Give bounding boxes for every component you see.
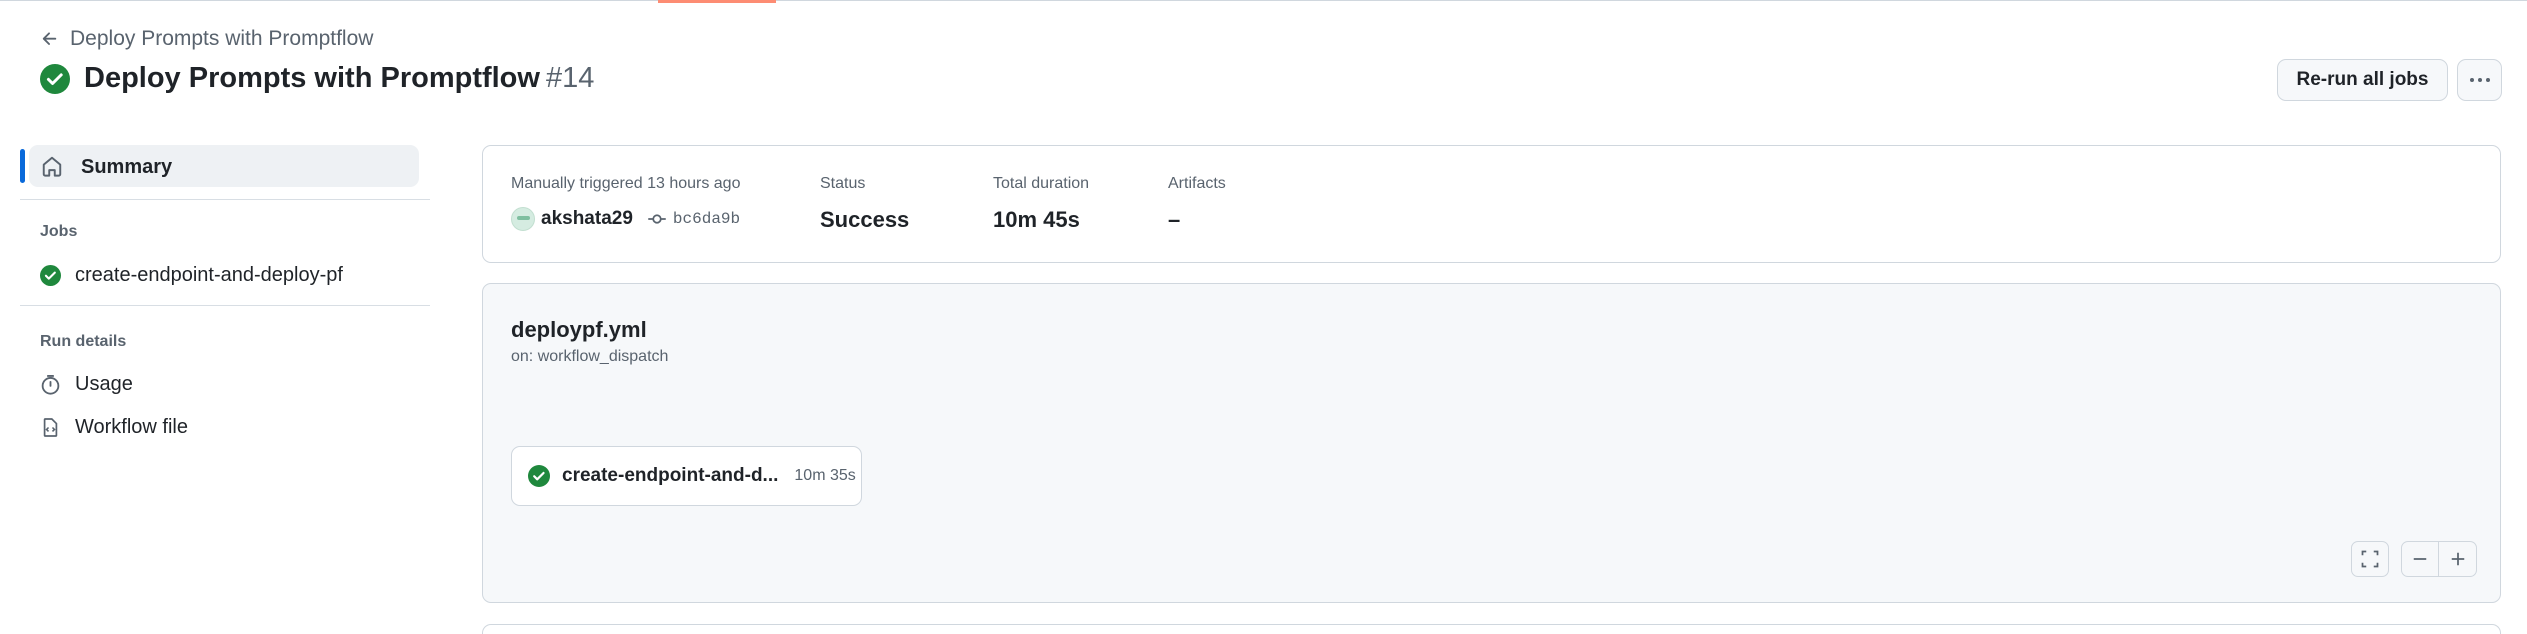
arrow-left-icon bbox=[42, 32, 57, 45]
sidebar-divider bbox=[20, 305, 430, 306]
job-node-duration: 10m 35s bbox=[794, 467, 856, 484]
duration-value: 10m 45s bbox=[993, 207, 1080, 232]
page-title-text: Deploy Prompts with Promptflow bbox=[84, 62, 540, 94]
sidebar-item-label: Usage bbox=[75, 373, 133, 395]
artifacts-label: Artifacts bbox=[1168, 175, 1226, 192]
actor-link[interactable]: akshata29 bbox=[541, 208, 633, 230]
loading-indicator bbox=[658, 0, 776, 3]
trigger-column: Manually triggered 13 hours ago akshata2… bbox=[511, 175, 740, 231]
plus-icon bbox=[2451, 552, 2464, 566]
home-icon bbox=[42, 156, 62, 177]
more-options-button[interactable] bbox=[2457, 59, 2502, 101]
check-circle-fill-icon bbox=[40, 63, 70, 94]
avatar[interactable] bbox=[511, 207, 535, 231]
artifacts-column: Artifacts – bbox=[1168, 175, 1226, 233]
status-value: Success bbox=[820, 207, 910, 232]
active-indicator bbox=[20, 149, 25, 183]
sidebar-item-workflow-file[interactable]: Workflow file bbox=[40, 416, 188, 439]
run-summary-card: Manually triggered 13 hours ago akshata2… bbox=[482, 145, 2501, 263]
actor-row: akshata29 bc6da9b bbox=[511, 207, 740, 231]
screen-full-icon bbox=[2361, 550, 2379, 568]
run-number: #14 bbox=[545, 62, 595, 94]
sidebar-item-usage[interactable]: Usage bbox=[40, 373, 133, 396]
status-column: Status Success bbox=[820, 175, 909, 233]
check-circle-fill-icon bbox=[528, 465, 550, 487]
dash-icon bbox=[2413, 558, 2427, 560]
job-node[interactable]: create-endpoint-and-d... 10m 35s bbox=[511, 446, 862, 506]
back-link[interactable]: Deploy Prompts with Promptflow bbox=[40, 27, 373, 51]
commit-link[interactable]: bc6da9b bbox=[673, 210, 740, 228]
duration-column: Total duration 10m 45s bbox=[993, 175, 1089, 233]
zoom-in-button[interactable] bbox=[2439, 542, 2476, 576]
fullscreen-button[interactable] bbox=[2351, 541, 2389, 577]
workflow-file-name: deploypf.yml bbox=[511, 317, 647, 342]
artifacts-value: – bbox=[1168, 207, 1181, 232]
back-link-label: Deploy Prompts with Promptflow bbox=[70, 27, 374, 50]
page-title: Deploy Prompts with Promptflow #14 bbox=[84, 62, 594, 95]
run-details-heading: Run details bbox=[40, 333, 127, 350]
page-title-row: Deploy Prompts with Promptflow #14 bbox=[40, 62, 594, 95]
sidebar-item-label: create-endpoint-and-deploy-pf bbox=[75, 264, 343, 286]
workflow-trigger: on: workflow_dispatch bbox=[511, 348, 669, 365]
sidebar-item-label: Workflow file bbox=[75, 416, 188, 438]
job-node-name: create-endpoint-and-d... bbox=[562, 465, 779, 486]
sidebar-divider bbox=[20, 199, 430, 200]
zoom-controls bbox=[2401, 541, 2477, 577]
kebab-horizontal-icon bbox=[2469, 78, 2490, 82]
git-commit-icon bbox=[648, 214, 666, 224]
trigger-label: Manually triggered 13 hours ago bbox=[511, 175, 741, 192]
sidebar-item-summary[interactable]: Summary bbox=[20, 145, 419, 187]
duration-label: Total duration bbox=[993, 175, 1090, 192]
workflow-graph: deploypf.yml on: workflow_dispatch creat… bbox=[482, 283, 2501, 603]
next-card bbox=[482, 624, 2501, 634]
zoom-out-button[interactable] bbox=[2402, 542, 2440, 576]
status-label: Status bbox=[820, 175, 866, 192]
sidebar-item-job[interactable]: create-endpoint-and-deploy-pf bbox=[40, 264, 343, 287]
sidebar-item-label: Summary bbox=[81, 156, 173, 178]
file-code-icon bbox=[43, 418, 58, 437]
rerun-all-jobs-button[interactable]: Re-run all jobs bbox=[2277, 59, 2448, 101]
check-circle-fill-icon bbox=[40, 265, 61, 286]
jobs-heading: Jobs bbox=[40, 223, 78, 240]
stopwatch-icon bbox=[41, 375, 60, 395]
top-border bbox=[0, 0, 2527, 1]
